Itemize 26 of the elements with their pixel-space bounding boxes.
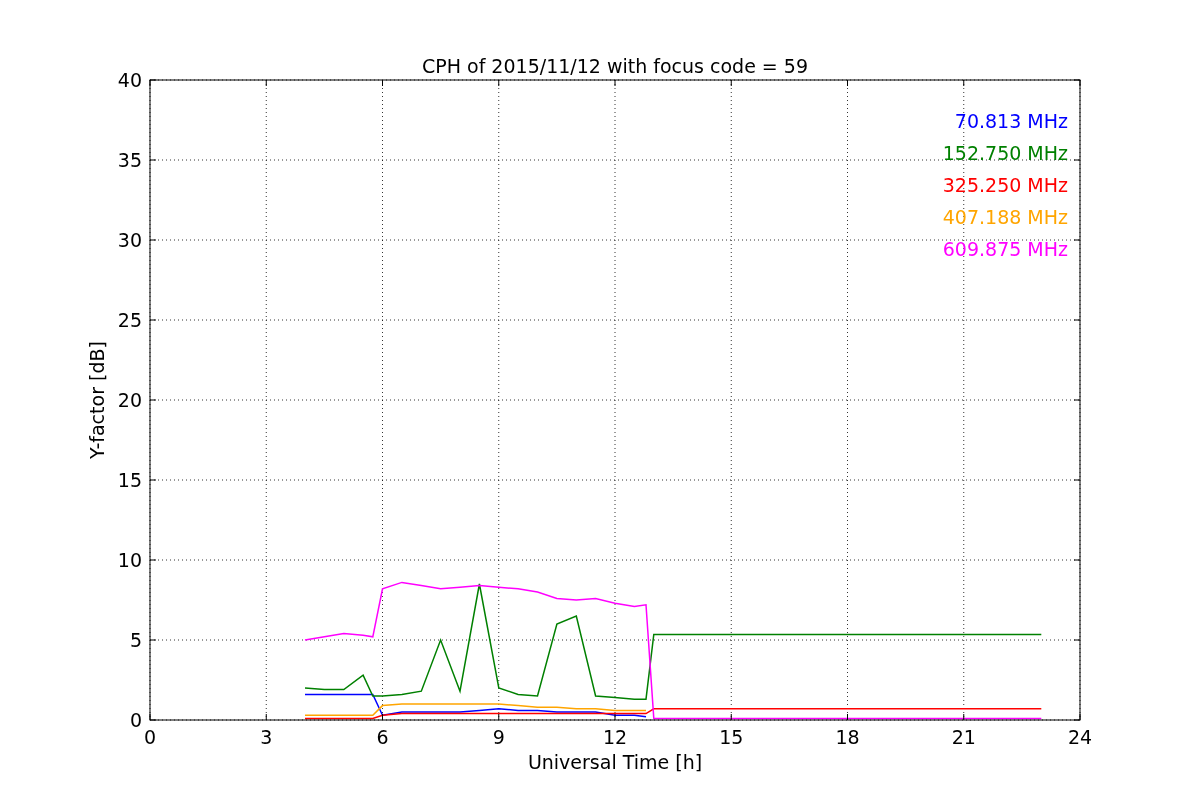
tick-label: 6 <box>376 726 389 748</box>
tick-label: 24 <box>1067 726 1093 748</box>
x-axis-label: Universal Time [h] <box>527 751 703 773</box>
tick-label: 10 <box>117 549 142 571</box>
tick-label: 3 <box>260 726 273 748</box>
tick-label: 20 <box>117 389 142 411</box>
chart-title: CPH of 2015/11/12 with focus code = 59 <box>422 55 808 77</box>
tick-label: 25 <box>117 309 142 331</box>
tick-label: 0 <box>129 709 142 731</box>
tick-label: 12 <box>602 726 628 748</box>
legend-label: 70.813 MHz <box>954 110 1068 132</box>
tick-label: 18 <box>835 726 860 748</box>
tick-label: 40 <box>117 69 142 91</box>
legend-label: 407.188 MHz <box>942 206 1068 228</box>
y-axis-label: Y-factor [dB] <box>86 341 108 459</box>
legend-label: 609.875 MHz <box>942 238 1068 260</box>
tick-label: 30 <box>117 229 142 251</box>
tick-label: 21 <box>951 726 976 748</box>
legend-label: 325.250 MHz <box>942 174 1068 196</box>
tick-label: 0 <box>143 726 157 748</box>
tick-label: 35 <box>117 149 142 171</box>
tick-label: 15 <box>719 726 744 748</box>
tick-label: 9 <box>492 726 505 748</box>
tick-label: 5 <box>129 629 142 651</box>
tick-label: 15 <box>117 469 142 491</box>
legend-label: 152.750 MHz <box>942 142 1068 164</box>
